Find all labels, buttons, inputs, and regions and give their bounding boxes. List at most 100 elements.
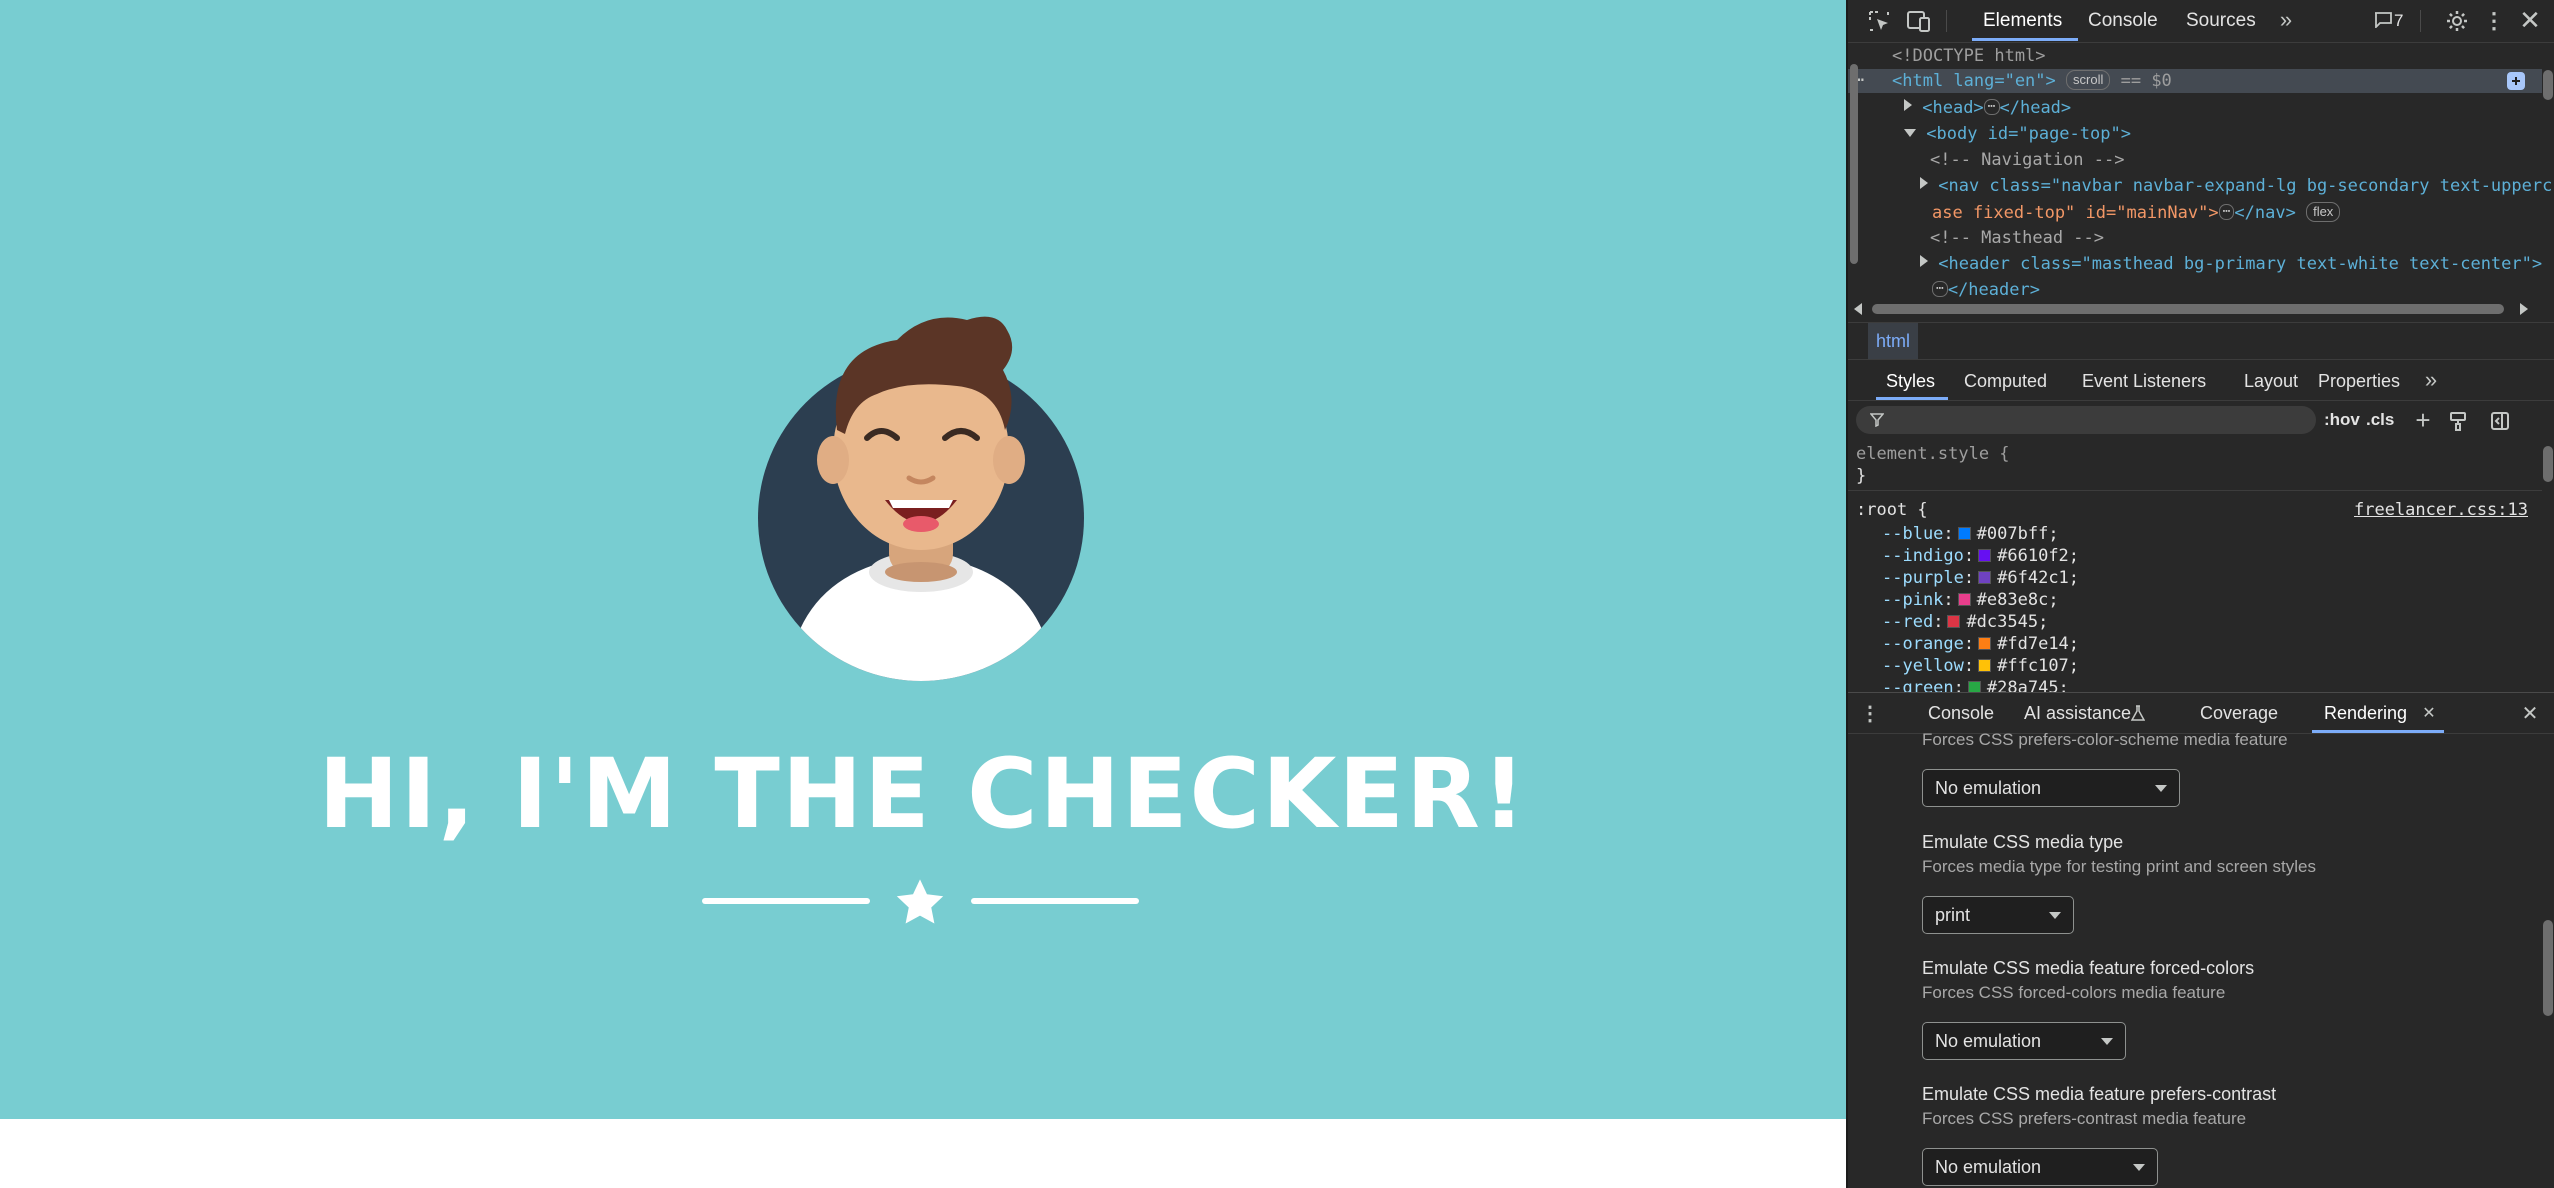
tab-console[interactable]: Console xyxy=(2088,10,2158,32)
dom-head-row[interactable]: <head> ⋯ </head> xyxy=(1904,98,2071,118)
breadcrumb-html[interactable]: html xyxy=(1868,323,1919,359)
tab-styles[interactable]: Styles xyxy=(1886,371,1935,392)
css-colon: : xyxy=(1963,656,1975,676)
issues-icon[interactable] xyxy=(2372,9,2394,31)
flex-badge[interactable]: flex xyxy=(2306,202,2341,222)
tab-elements[interactable]: Elements xyxy=(1983,10,2062,32)
dom-head-close: </head> xyxy=(1999,98,2072,118)
dom-nav-attr-continued: ase fixed-top" id="mainNav"> xyxy=(1932,203,2219,223)
scroll-badge[interactable]: scroll xyxy=(2066,70,2111,90)
media-type-description: Forces media type for testing print and … xyxy=(1922,857,2317,876)
dom-horizontal-scrollbar[interactable] xyxy=(1872,304,2504,314)
color-swatch-icon[interactable] xyxy=(1957,527,1971,540)
drawer-tab-coverage[interactable]: Coverage xyxy=(2200,703,2278,724)
more-options-icon[interactable]: ⋮ xyxy=(2483,8,2505,34)
dom-doctype[interactable]: <!DOCTYPE html> xyxy=(1892,46,2046,66)
color-swatch-icon[interactable] xyxy=(1978,549,1992,562)
css-variable-row[interactable]: --pink: #e83e8c; xyxy=(1882,590,2059,610)
css-variable-value: #fd7e14; xyxy=(1997,634,2080,654)
dom-vertical-scrollbar-thumb[interactable] xyxy=(2543,70,2553,100)
devtools-panel: Elements Console Sources » 7 ⋮ ✕ <!DOCTY… xyxy=(1846,0,2554,1188)
dom-nav-row[interactable]: <nav class="navbar navbar-expand-lg bg-s… xyxy=(1920,176,2552,196)
css-colon: : xyxy=(1963,634,1975,654)
rendering-vertical-scrollbar-thumb[interactable] xyxy=(2543,920,2553,1016)
dom-comment-masthead[interactable]: <!-- Masthead --> xyxy=(1930,228,2104,248)
drawer-tab-ai-assistance[interactable]: AI assistance xyxy=(2024,703,2131,724)
more-tabs-icon[interactable]: » xyxy=(2274,7,2298,32)
scroll-left-arrow-icon[interactable] xyxy=(1854,303,1862,315)
tab-computed[interactable]: Computed xyxy=(1964,371,2047,392)
stylesheet-link[interactable]: freelancer.css:13 xyxy=(2354,500,2528,520)
drawer-tab-rendering[interactable]: Rendering xyxy=(2324,703,2407,724)
dom-comment-navigation[interactable]: <!-- Navigation --> xyxy=(1930,150,2124,170)
color-swatch-icon[interactable] xyxy=(1978,571,1992,584)
devtools-left-scrollbar[interactable] xyxy=(1848,44,1860,284)
tab-sources[interactable]: Sources xyxy=(2186,10,2256,32)
dom-vertical-scrollbar[interactable] xyxy=(2542,44,2554,284)
paint-brush-icon[interactable] xyxy=(2446,409,2470,433)
css-variable-name: --red xyxy=(1882,612,1934,632)
device-toolbar-icon[interactable] xyxy=(1904,8,1932,34)
css-variable-row[interactable]: --blue: #007bff; xyxy=(1882,524,2059,544)
dom-nav-row-continued[interactable]: ase fixed-top" id="mainNav"> ⋯ </nav> flex xyxy=(1932,202,2341,223)
css-variable-value: #6f42c1; xyxy=(1997,568,2080,588)
dom-body-row[interactable]: <body id="page-top"> xyxy=(1904,124,2131,144)
css-variable-row[interactable]: --yellow: #ffc107; xyxy=(1882,656,2079,676)
inspect-element-icon[interactable] xyxy=(1866,8,1892,34)
css-variable-value: #ffc107; xyxy=(1997,656,2080,676)
ai-assistance-icon[interactable] xyxy=(2502,69,2530,93)
css-variable-row[interactable]: --orange: #fd7e14; xyxy=(1882,634,2079,654)
cls-toggle[interactable]: .cls xyxy=(2366,410,2394,430)
tab-layout[interactable]: Layout xyxy=(2244,371,2298,392)
dom-selected-row[interactable]: ⋯ <html lang="en"> scroll == $0 xyxy=(1848,69,2542,93)
dom-collapsed-ellipsis[interactable]: ⋯ xyxy=(1983,99,2000,115)
color-swatch-icon[interactable] xyxy=(1967,681,1981,692)
styles-vertical-scrollbar-thumb[interactable] xyxy=(2543,446,2553,482)
css-colon: : xyxy=(1963,568,1975,588)
experiment-flask-icon xyxy=(2130,703,2146,723)
element-style-selector[interactable]: element.style { xyxy=(1856,444,2010,464)
drawer-tab-console[interactable]: Console xyxy=(1928,703,1994,724)
dom-collapsed-ellipsis[interactable]: ⋯ xyxy=(2218,204,2235,220)
more-style-tabs-icon[interactable]: » xyxy=(2420,367,2442,392)
color-swatch-icon[interactable] xyxy=(1947,615,1961,628)
rendering-vertical-scrollbar[interactable] xyxy=(2542,736,2554,1186)
prefers-contrast-select-value: No emulation xyxy=(1935,1157,2042,1177)
tab-properties[interactable]: Properties xyxy=(2318,371,2400,392)
forced-colors-select[interactable]: No emulation xyxy=(1922,1022,2126,1060)
media-type-select[interactable]: print xyxy=(1922,896,2074,934)
color-scheme-select[interactable]: No emulation xyxy=(1922,769,2180,807)
css-variable-row[interactable]: --indigo: #6610f2; xyxy=(1882,546,2079,566)
add-style-rule-icon[interactable]: + xyxy=(2410,405,2436,435)
dom-nav-close: </nav> xyxy=(2234,203,2296,223)
css-variable-value: #28a745; xyxy=(1986,678,2069,692)
dom-header-row[interactable]: <header class="masthead bg-primary text-… xyxy=(1920,254,2542,274)
css-variable-value: #dc3545; xyxy=(1966,612,2049,632)
prefers-contrast-select[interactable]: No emulation xyxy=(1922,1148,2158,1186)
styles-filter-input[interactable] xyxy=(1856,406,2316,434)
drawer-menu-icon[interactable]: ⋮ xyxy=(1860,701,1880,725)
drawer-tabbar: ⋮ Console AI assistance Coverage Renderi… xyxy=(1848,693,2554,733)
close-devtools-icon[interactable]: ✕ xyxy=(2516,5,2544,35)
tab-event-listeners[interactable]: Event Listeners xyxy=(2082,371,2206,392)
dom-header-row-continued[interactable]: ⋯ </header> xyxy=(1932,280,2040,300)
root-selector[interactable]: :root { xyxy=(1856,500,1928,520)
css-variable-name: --pink xyxy=(1882,590,1944,610)
color-swatch-icon[interactable] xyxy=(1978,637,1992,650)
css-variable-row[interactable]: --red: #dc3545; xyxy=(1882,612,2048,632)
hov-toggle[interactable]: :hov xyxy=(2324,410,2360,430)
css-variable-row[interactable]: --purple: #6f42c1; xyxy=(1882,568,2079,588)
css-colon: : xyxy=(1943,524,1954,544)
close-rendering-tab-icon[interactable]: ✕ xyxy=(2420,703,2438,723)
toggle-sidebar-icon[interactable] xyxy=(2488,409,2512,433)
issues-count: 7 xyxy=(2394,11,2404,30)
devtools-left-scrollbar-thumb[interactable] xyxy=(1850,64,1858,264)
scroll-right-arrow-icon[interactable] xyxy=(2520,303,2528,315)
css-variable-row[interactable]: --green: #28a745; xyxy=(1882,678,2069,692)
styles-vertical-scrollbar[interactable] xyxy=(2542,436,2554,688)
color-swatch-icon[interactable] xyxy=(1978,659,1992,672)
close-drawer-icon[interactable]: ✕ xyxy=(2518,701,2542,725)
settings-gear-icon[interactable] xyxy=(2444,8,2470,34)
dom-collapsed-ellipsis[interactable]: ⋯ xyxy=(1932,281,1948,297)
color-swatch-icon[interactable] xyxy=(1957,593,1971,606)
